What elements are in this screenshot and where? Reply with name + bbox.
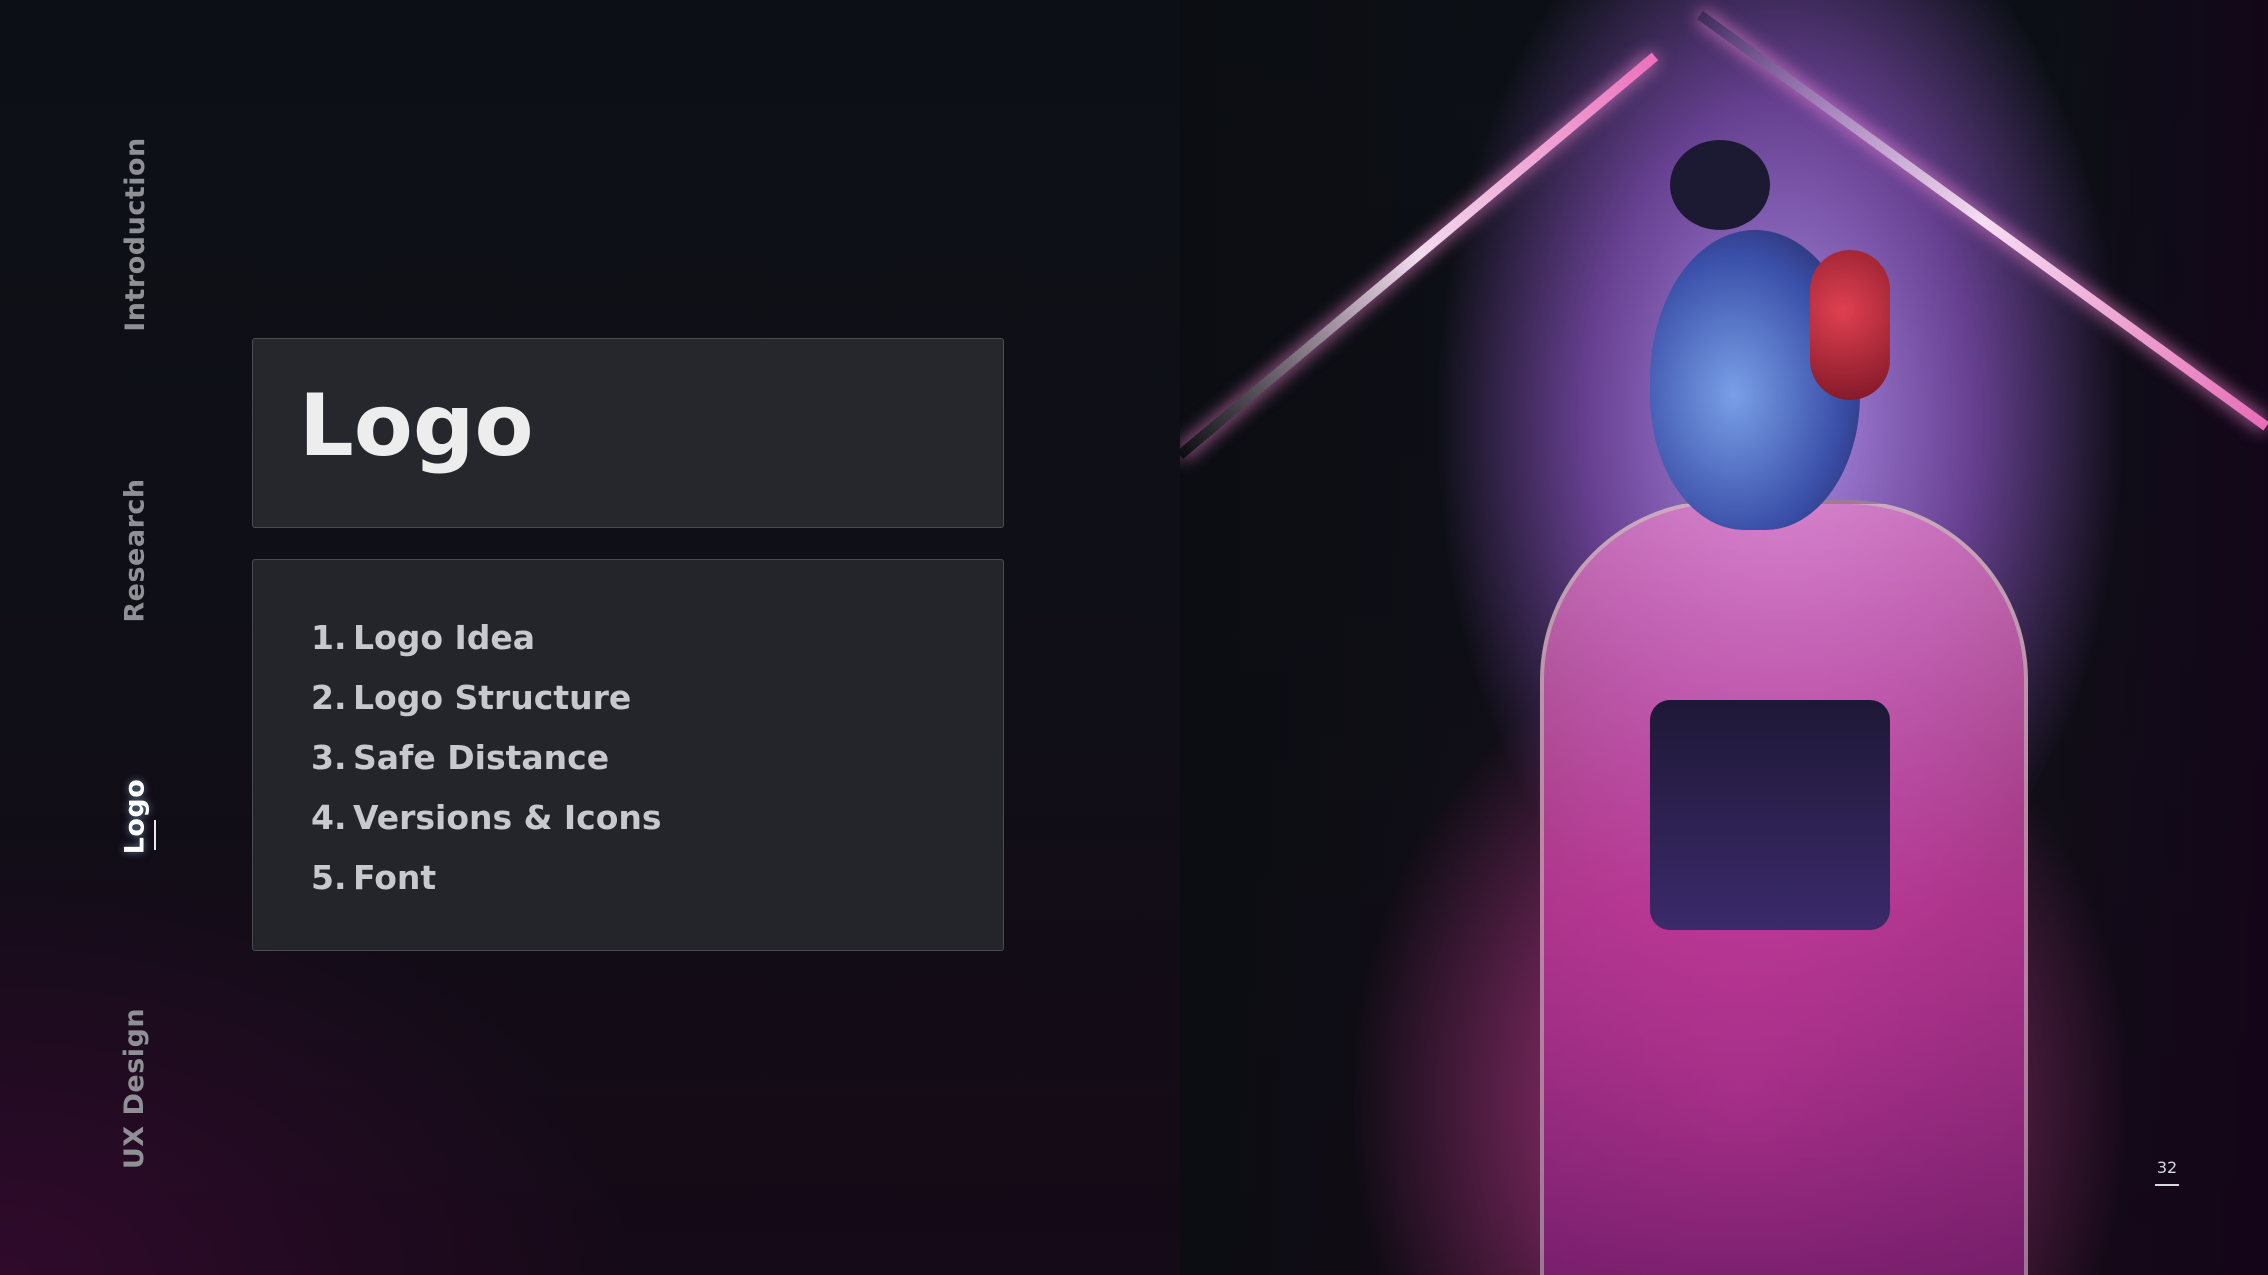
neon-beam-left <box>1180 52 1659 459</box>
agenda-item-safe-distance[interactable]: 3. Safe Distance <box>311 728 662 788</box>
agenda-label: Versions & Icons <box>353 798 662 837</box>
agenda-label: Font <box>353 858 437 897</box>
figure-hair-bun <box>1670 140 1770 230</box>
title-card: Logo <box>252 338 1004 528</box>
nav-item-research[interactable]: Research <box>115 440 155 660</box>
nav-active-indicator <box>154 820 156 850</box>
headphones-icon <box>1810 250 1890 400</box>
agenda-number: 3. <box>311 738 347 777</box>
agenda-item-logo-structure[interactable]: 2. Logo Structure <box>311 668 662 728</box>
agenda-number: 4. <box>311 798 347 837</box>
agenda-number: 5. <box>311 858 347 897</box>
nav-label-active: Logo <box>119 778 151 854</box>
agenda-number: 2. <box>311 678 347 717</box>
agenda-label: Logo Structure <box>353 678 632 717</box>
nav-item-logo[interactable]: Logo <box>115 706 155 926</box>
agenda-label: Safe Distance <box>353 738 610 777</box>
agenda-item-font[interactable]: 5. Font <box>311 848 662 908</box>
hero-photo <box>1180 0 2268 1275</box>
agenda-label: Logo Idea <box>353 618 536 657</box>
nav-item-introduction[interactable]: Introduction <box>115 124 155 344</box>
agenda-card: 1. Logo Idea 2. Logo Structure 3. Safe D… <box>252 559 1004 951</box>
agenda-item-versions-icons[interactable]: 4. Versions & Icons <box>311 788 662 848</box>
nav-label: Research <box>119 477 151 623</box>
agenda-item-logo-idea[interactable]: 1. Logo Idea <box>311 608 662 668</box>
nav-label: Introduction <box>119 136 151 332</box>
figure-top <box>1650 700 1890 930</box>
nav-item-ux-design[interactable]: UX Design <box>115 978 155 1198</box>
agenda-number: 1. <box>311 618 347 657</box>
agenda-list: 1. Logo Idea 2. Logo Structure 3. Safe D… <box>311 608 662 908</box>
page-number: 32 <box>2156 1158 2178 1177</box>
page-number-rule <box>2155 1184 2179 1186</box>
nav-label: UX Design <box>119 1007 151 1169</box>
slide: Introduction Research Logo UX Design Log… <box>0 0 2268 1275</box>
page-title: Logo <box>299 376 534 476</box>
